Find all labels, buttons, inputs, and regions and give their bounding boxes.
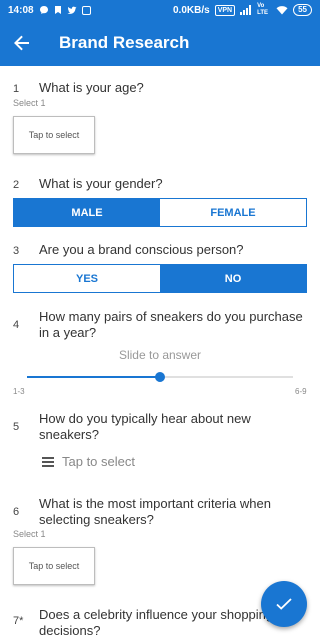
- question-number: 3: [13, 245, 20, 257]
- question-text: What is your gender?: [39, 176, 163, 191]
- battery-indicator: 55: [293, 4, 312, 16]
- slider-hint: Slide to answer: [118, 348, 202, 362]
- slider-fill: [27, 376, 160, 378]
- brand-option-no[interactable]: NO: [160, 265, 306, 292]
- tap-to-select-label: Tap to select: [62, 454, 135, 469]
- status-net-speed: 0.0KB/s: [173, 4, 210, 16]
- question-number: 2: [13, 179, 20, 191]
- gender-option-female[interactable]: FEMALE: [160, 199, 306, 226]
- status-time: 14:08: [8, 4, 34, 16]
- volte-label: Vo LTE: [257, 3, 268, 16]
- criteria-select-button[interactable]: Tap to select: [13, 547, 95, 585]
- back-button[interactable]: [0, 20, 44, 66]
- question-number: 4: [13, 319, 20, 331]
- brand-conscious-segmented-control: YES NO: [13, 264, 307, 293]
- wifi-icon: [276, 6, 288, 15]
- bookmark-icon: [54, 6, 61, 14]
- check-icon: [276, 598, 292, 610]
- question-text: Are you a brand conscious person?: [39, 242, 244, 257]
- status-bar: 14:08 0.0KB/s VPN Vo LTE 55: [0, 0, 320, 20]
- gallery-icon: [81, 5, 91, 15]
- question-number: 1: [13, 83, 20, 95]
- slider-max-label: 6-9: [295, 387, 307, 396]
- question-number: 6: [13, 506, 20, 518]
- select-hint: Select 1: [13, 529, 46, 539]
- messenger-icon: [39, 6, 48, 14]
- question-text: What is your age?: [39, 80, 144, 95]
- question-text: How many pairs of sneakers do you purcha…: [39, 309, 303, 340]
- slider-min-label: 1-3: [13, 387, 25, 396]
- question-text: How do you typically hear about new snea…: [39, 411, 251, 442]
- select-hint: Select 1: [13, 98, 46, 108]
- vpn-badge: VPN: [214, 4, 236, 16]
- list-lines-icon: [42, 456, 54, 467]
- gender-segmented-control: MALE FEMALE: [13, 198, 307, 227]
- question-number: 5: [13, 421, 20, 433]
- submit-button[interactable]: [261, 581, 307, 627]
- question-number: 7*: [13, 615, 24, 627]
- gender-option-male[interactable]: MALE: [14, 199, 160, 226]
- signal-icon: [240, 5, 252, 15]
- brand-option-yes[interactable]: YES: [14, 265, 160, 292]
- question-text: What is the most important criteria when…: [39, 496, 271, 527]
- page-title: Brand Research: [59, 33, 190, 52]
- arrow-left-icon: [14, 35, 29, 51]
- age-select-button[interactable]: Tap to select: [13, 116, 95, 154]
- app-bar: Brand Research: [0, 20, 320, 66]
- slider-thumb[interactable]: [155, 372, 165, 382]
- twitter-icon: [67, 6, 77, 14]
- hear-about-select[interactable]: Tap to select: [42, 454, 135, 469]
